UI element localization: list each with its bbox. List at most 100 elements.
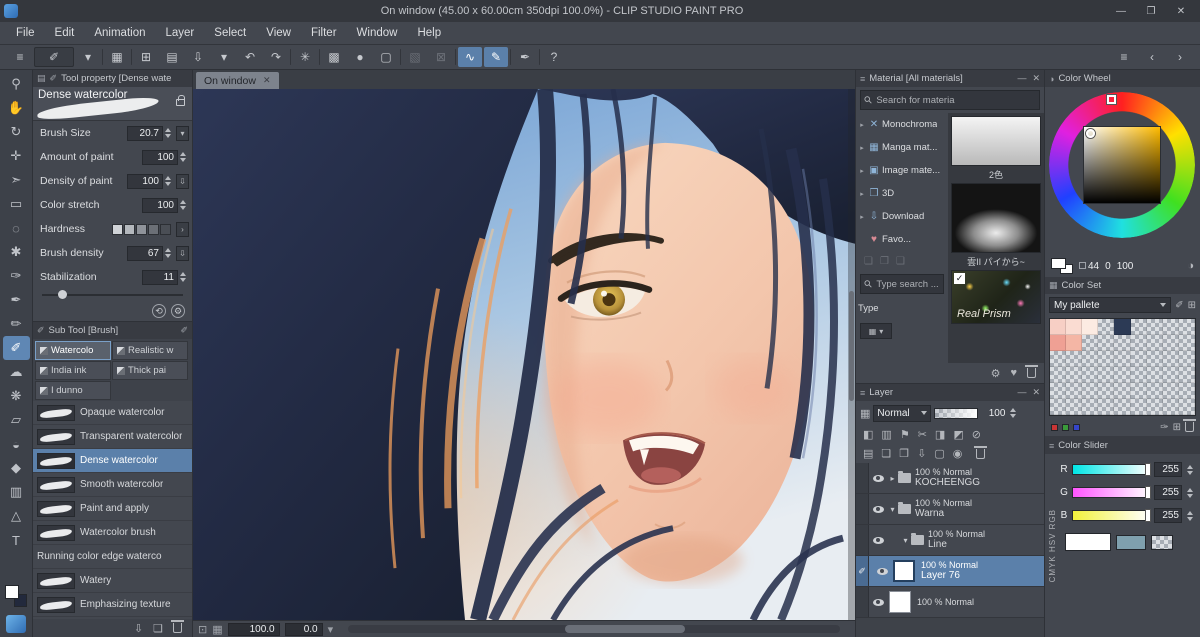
color-swatch[interactable] xyxy=(1130,383,1147,399)
menu-item[interactable]: Animation xyxy=(84,22,155,44)
material-thumbnail[interactable] xyxy=(951,183,1041,253)
color-swatch[interactable] xyxy=(1146,335,1163,351)
subtool-group-tab[interactable]: India ink xyxy=(35,361,111,380)
channel-stepper[interactable] xyxy=(1187,462,1196,477)
color-swatch[interactable] xyxy=(1162,399,1179,415)
color-swatch[interactable] xyxy=(1162,319,1179,335)
expander-icon[interactable]: ▸ xyxy=(858,121,866,129)
canvas-artwork[interactable] xyxy=(193,89,855,620)
toolbar-icon[interactable]: ✎ xyxy=(484,47,508,67)
param-value-field[interactable]: 100 xyxy=(127,173,163,189)
opacity-gradient-bar[interactable] xyxy=(934,407,979,419)
maximize-button[interactable]: ❐ xyxy=(1136,0,1166,22)
menu-item[interactable]: Layer xyxy=(156,22,205,44)
material-category[interactable]: ▸ ❒ 3D xyxy=(856,182,948,205)
folder-expander-icon[interactable]: ▸ xyxy=(887,474,898,483)
toolbar-icon[interactable]: ↷ xyxy=(264,47,288,67)
layer-action-icon[interactable]: ❐ xyxy=(899,447,909,460)
subtool-brush-item[interactable]: Smooth watercolor xyxy=(33,473,192,497)
color-swatch[interactable] xyxy=(1130,399,1147,415)
color-swatch[interactable] xyxy=(1098,399,1115,415)
layer-check-cell[interactable] xyxy=(856,494,869,524)
channel-stepper[interactable] xyxy=(1187,485,1196,500)
color-swatch[interactable] xyxy=(1162,351,1179,367)
expander-icon[interactable]: ▸ xyxy=(858,144,866,152)
layer-action-icon[interactable]: ◉ xyxy=(953,447,963,460)
subtool-brush-item[interactable]: Running color edge waterco xyxy=(33,545,192,569)
color-swatch[interactable] xyxy=(1082,383,1099,399)
tool-icon[interactable]: ❋ xyxy=(3,384,30,408)
expander-icon[interactable]: ▸ xyxy=(858,213,866,221)
combine-mode-icon[interactable]: ▦ xyxy=(860,407,870,420)
toolbar-icon[interactable]: ≡ xyxy=(8,47,32,67)
sv-marker[interactable] xyxy=(1086,129,1095,138)
stabilization-slider[interactable] xyxy=(42,289,183,301)
color-swatch[interactable] xyxy=(1098,351,1115,367)
material-category[interactable]: ▸ ▣ Image mate... xyxy=(856,159,948,182)
tool-icon[interactable]: T xyxy=(3,528,30,552)
collapse-icon[interactable]: — xyxy=(1017,73,1026,84)
toolbar-icon[interactable]: ▾ xyxy=(212,47,236,67)
layer-row[interactable]: ▾ 100 % Normal Line xyxy=(856,525,1044,556)
color-swatch[interactable] xyxy=(1178,319,1195,335)
subtool-brush-item[interactable]: Paint and apply xyxy=(33,497,192,521)
close-panel-icon[interactable]: ✕ xyxy=(1032,387,1040,398)
color-swatch[interactable] xyxy=(1050,319,1067,335)
subtool-group-tab[interactable]: Watercolo xyxy=(35,341,111,360)
param-stepper[interactable] xyxy=(165,126,174,141)
subtool-brush-item[interactable]: Watery xyxy=(33,569,192,593)
toolbar-icon[interactable] xyxy=(319,49,320,65)
param-value-field[interactable]: 100 xyxy=(142,197,178,213)
zoom-value-field[interactable]: 100.0 xyxy=(227,622,280,636)
toolbar-icon[interactable]: ▢ xyxy=(374,47,398,67)
tool-icon[interactable]: ▱ xyxy=(3,408,30,432)
layer-row[interactable]: ▸ 100 % Normal KOCHEENGG xyxy=(856,463,1044,494)
saturation-value-square[interactable] xyxy=(1083,126,1161,204)
menu-item[interactable]: View xyxy=(256,22,301,44)
tool-icon[interactable]: ✛ xyxy=(3,144,30,168)
heart-icon[interactable]: ♥ xyxy=(1010,367,1017,379)
color-swatch[interactable] xyxy=(1114,335,1131,351)
toolbar-icon[interactable]: ▩ xyxy=(322,47,346,67)
material-search-field[interactable]: ⚲ Search for materia xyxy=(860,90,1040,110)
channel-slider-track[interactable] xyxy=(1072,486,1151,499)
color-swatch[interactable] xyxy=(1050,335,1067,351)
fit-icon[interactable]: ⊡ xyxy=(198,623,207,636)
color-swatch[interactable] xyxy=(1114,383,1131,399)
subtool-brush-item[interactable]: Watercolor brush xyxy=(33,521,192,545)
tool-icon[interactable]: ✐ xyxy=(2,336,30,360)
color-swatch[interactable] xyxy=(1178,367,1195,383)
toolbar-icon[interactable]: ▾ xyxy=(76,47,100,67)
minimize-button[interactable]: — xyxy=(1106,0,1136,22)
subtool-group-tab[interactable]: Thick pai xyxy=(112,361,188,380)
material-category[interactable]: ▸ ✕ Monochroma xyxy=(856,113,948,136)
panel-menu-icon[interactable]: ≡ xyxy=(860,388,865,398)
toolbar-icon[interactable]: ∿ xyxy=(458,47,482,67)
tool-icon[interactable]: ⚲ xyxy=(3,72,30,96)
new-subtool-icon[interactable]: ❏ xyxy=(153,622,163,635)
color-swatch[interactable] xyxy=(1130,319,1147,335)
toolbar-right-icon[interactable]: ≡ xyxy=(1112,47,1136,67)
toolbar-right-icon[interactable]: › xyxy=(1168,47,1192,67)
color-swatch[interactable] xyxy=(1066,367,1083,383)
add-palette-icon[interactable]: ⊞ xyxy=(1188,300,1196,311)
color-swatch[interactable] xyxy=(1146,383,1163,399)
toolbar-icon[interactable]: ▦ xyxy=(105,47,129,67)
layer-row-selected[interactable]: ✐ 100 % Normal Layer 76 xyxy=(856,556,1044,587)
hardness-preset-blocks[interactable] xyxy=(112,223,171,235)
toolbar-icon[interactable] xyxy=(102,49,103,65)
toolbar-icon[interactable]: ⊠ xyxy=(429,47,453,67)
color-swatch[interactable] xyxy=(1114,367,1131,383)
toolbar-icon[interactable]: ✐ xyxy=(34,47,74,67)
layer-tool-icon[interactable]: ⊘ xyxy=(972,428,981,441)
canvas-vertical-scrollbar[interactable] xyxy=(848,89,855,620)
slider-thumb[interactable] xyxy=(1145,509,1151,522)
tool-icon[interactable]: ▥ xyxy=(3,480,30,504)
tool-icon[interactable]: ▭ xyxy=(3,192,30,216)
tool-icon[interactable]: ✏ xyxy=(3,312,30,336)
menu-item[interactable]: Filter xyxy=(301,22,347,44)
color-swatch[interactable] xyxy=(1050,399,1067,415)
material-thumbnail[interactable]: ✓ Real Prism xyxy=(951,270,1041,324)
layer-check-cell[interactable] xyxy=(856,587,869,617)
primary-color-chip[interactable] xyxy=(5,585,19,599)
